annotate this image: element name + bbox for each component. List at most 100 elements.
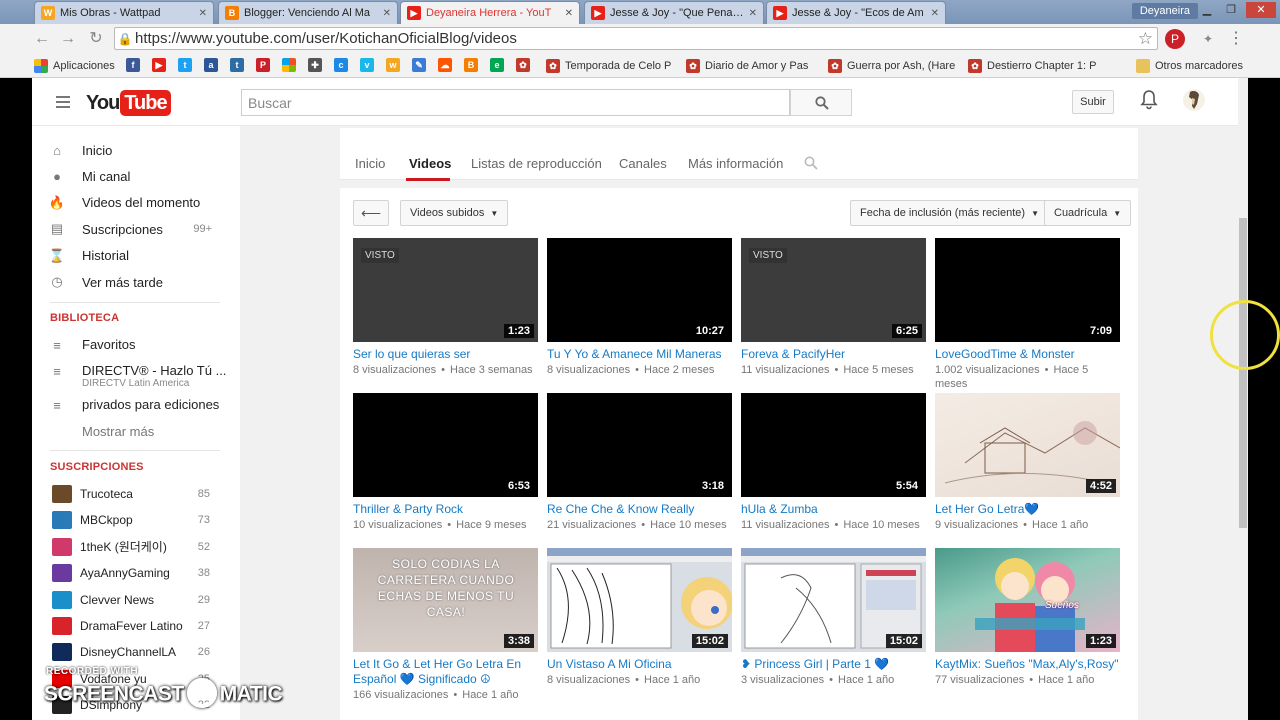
video-thumbnail[interactable]: 10:27: [547, 238, 732, 342]
search-button[interactable]: [790, 89, 852, 116]
sidebar-item[interactable]: 🔥 Videos del momento: [49, 192, 230, 214]
upload-button[interactable]: Subir: [1072, 90, 1114, 114]
video-card[interactable]: VISTO 6:25 Foreva & PacifyHer 11 visualizac…: [741, 238, 926, 377]
video-title-link[interactable]: Let Her Go Letra💙: [935, 502, 1120, 517]
video-title-link[interactable]: Thriller & Party Rock: [353, 502, 538, 517]
browser-tab[interactable]: ▶ Jesse & Joy - "Ecos de Am ✕: [766, 1, 946, 24]
library-item[interactable]: ≡ DIRECTV® - Hazlo Tú ... DIRECTV Latin Am…: [50, 360, 230, 392]
scrollbar-thumb[interactable]: [1239, 218, 1247, 528]
close-tab-icon[interactable]: ✕: [199, 8, 207, 19]
bookmark-item[interactable]: ✿ Guerra por Ash, (Hare: [828, 58, 962, 74]
video-card[interactable]: 15:02 Un Vistaso A Mi Oficina 8 visualizac…: [547, 548, 732, 687]
video-title-link[interactable]: hUla & Zumba: [741, 502, 926, 517]
video-thumbnail[interactable]: 4:52: [935, 393, 1120, 497]
subscription-item[interactable]: DisneyChannelLA 26: [52, 642, 222, 662]
notifications-bell-icon[interactable]: [1140, 90, 1158, 110]
library-item[interactable]: ≡ privados para ediciones: [50, 394, 230, 416]
back-arrow-button[interactable]: ⟵: [353, 200, 389, 226]
other-bookmarks-folder[interactable]: Otros marcadores: [1136, 58, 1243, 74]
video-title-link[interactable]: KaytMix: Sueños "Max,Aly's,Rosy": [935, 657, 1120, 672]
account-avatar[interactable]: [1182, 88, 1206, 112]
youtube-logo[interactable]: You Tube: [86, 90, 171, 116]
bookmark-site-icon[interactable]: a: [204, 58, 218, 72]
vimeo-icon[interactable]: v: [360, 58, 374, 72]
video-title-link[interactable]: ❥ Princess Girl | Parte 1 💙: [741, 657, 926, 672]
microsoft-icon[interactable]: [282, 58, 296, 72]
back-icon[interactable]: ←: [32, 29, 52, 49]
video-title-link[interactable]: Tu Y Yo & Amanece Mil Maneras: [547, 347, 732, 362]
bookmark-c-icon[interactable]: c: [334, 58, 348, 72]
bookmark-leaf-icon[interactable]: ✎: [412, 58, 426, 72]
video-title-link[interactable]: Let It Go & Let Her Go Letra En Español …: [353, 657, 538, 687]
subscription-item[interactable]: AyaAnnyGaming 38: [52, 563, 222, 583]
video-card[interactable]: 10:27 Tu Y Yo & Amanece Mil Maneras 8 visu…: [547, 238, 732, 377]
page-scrollbar[interactable]: [1238, 78, 1248, 720]
video-title-link[interactable]: Foreva & PacifyHer: [741, 347, 926, 362]
video-card[interactable]: Sueños 1:23 KaytMix: Sueños "Max,Aly's,Ros…: [935, 548, 1120, 687]
channel-tab[interactable]: Inicio: [355, 156, 385, 171]
subscription-item[interactable]: DramaFever Latino 27: [52, 616, 222, 636]
close-tab-icon[interactable]: ✕: [565, 8, 573, 19]
video-title-link[interactable]: Ser lo que quieras ser: [353, 347, 538, 362]
close-tab-icon[interactable]: ✕: [749, 8, 757, 19]
youtube-bookmark-icon[interactable]: ▶: [152, 58, 166, 72]
sidebar-item[interactable]: ◷ Ver más tarde: [50, 271, 230, 293]
subscription-item[interactable]: MBCkpop 73: [52, 510, 222, 530]
bookmark-star-icon[interactable]: ☆: [1138, 29, 1153, 49]
bookmark-item[interactable]: ✿ Diario de Amor y Pas: [686, 58, 820, 74]
channel-tab[interactable]: Canales: [619, 156, 667, 171]
soundcloud-icon[interactable]: ☁: [438, 58, 452, 72]
reload-icon[interactable]: ↻: [86, 29, 106, 49]
sort-dropdown[interactable]: Fecha de inclusión (más reciente) ▼: [850, 200, 1049, 226]
browser-tab[interactable]: ▶ Jesse & Joy - "Que Pena M ✕: [584, 1, 764, 24]
pinterest-icon[interactable]: P: [1165, 29, 1185, 49]
video-thumbnail[interactable]: 6:53: [353, 393, 538, 497]
view-dropdown[interactable]: Cuadrícula ▼: [1044, 200, 1132, 226]
subscription-item[interactable]: Trucoteca 85: [52, 484, 222, 504]
video-card[interactable]: 7:09 LoveGoodTime & Monster 1.002 visualiz…: [935, 238, 1120, 391]
video-thumbnail[interactable]: 3:18: [547, 393, 732, 497]
profile-name-button[interactable]: Deyaneira: [1131, 3, 1198, 19]
menu-icon[interactable]: ⋮: [1226, 29, 1246, 49]
sidebar-item[interactable]: ▤ Suscripciones 99+: [50, 218, 230, 240]
video-title-link[interactable]: Un Vistaso A Mi Oficina: [547, 657, 732, 672]
guide-menu-icon[interactable]: [56, 96, 70, 108]
subscription-item[interactable]: 1theK (원더케이) 52: [52, 537, 222, 557]
facebook-icon[interactable]: f: [126, 58, 140, 72]
channel-search-icon[interactable]: [804, 156, 818, 170]
close-window-icon[interactable]: ✕: [1246, 2, 1276, 18]
subscription-item[interactable]: Clevver News 29: [52, 590, 222, 610]
extension-icon[interactable]: ✦: [1198, 29, 1218, 49]
apps-bookmark[interactable]: Aplicaciones: [34, 58, 115, 74]
video-thumbnail[interactable]: Sueños 1:23: [935, 548, 1120, 652]
close-tab-icon[interactable]: ✕: [931, 8, 939, 19]
sidebar-item[interactable]: ⌂ Inicio: [50, 139, 230, 161]
browser-tab[interactable]: B Blogger: Venciendo Al Ma ✕: [218, 1, 398, 24]
browser-tab[interactable]: W Mis Obras - Wattpad ✕: [34, 1, 214, 24]
search-input[interactable]: Buscar: [241, 89, 790, 116]
video-thumbnail[interactable]: VISTO 1:23: [353, 238, 538, 342]
channel-tab[interactable]: Más información: [688, 156, 783, 171]
video-card[interactable]: SOLO CODIAS LA CARRETERA CUANDO ECHAS DE…: [353, 548, 538, 702]
video-card[interactable]: 5:54 hUla & Zumba 11 visualizaciones • Hace …: [741, 393, 926, 532]
forward-icon[interactable]: →: [58, 29, 78, 49]
video-thumbnail[interactable]: VISTO 6:25: [741, 238, 926, 342]
bookmark-item[interactable]: ✿ Destierro Chapter 1: P: [968, 58, 1102, 74]
video-thumbnail[interactable]: 15:02: [547, 548, 732, 652]
sidebar-item[interactable]: ⌛ Historial: [49, 245, 230, 267]
close-tab-icon[interactable]: ✕: [383, 8, 391, 19]
tumblr-icon[interactable]: t: [230, 58, 244, 72]
gamepad-icon[interactable]: ✚: [308, 58, 322, 72]
video-thumbnail[interactable]: 7:09: [935, 238, 1120, 342]
pinterest-bookmark-icon[interactable]: P: [256, 58, 270, 72]
video-card[interactable]: 15:02 ❥ Princess Girl | Parte 1 💙 3 visual…: [741, 548, 926, 687]
channel-tab[interactable]: Listas de reproducción: [471, 156, 602, 171]
video-card[interactable]: VISTO 1:23 Ser lo que quieras ser 8 visuali…: [353, 238, 538, 377]
minimize-icon[interactable]: ▁: [1196, 2, 1218, 18]
sidebar-item[interactable]: ● Mi canal: [50, 165, 230, 187]
address-bar[interactable]: 🔒 https://www.youtube.com/user/KotichanO…: [114, 27, 1158, 50]
bookmark-e-icon[interactable]: e: [490, 58, 504, 72]
video-thumbnail[interactable]: SOLO CODIAS LA CARRETERA CUANDO ECHAS DE…: [353, 548, 538, 652]
library-item[interactable]: ≡ Favoritos: [50, 334, 230, 356]
twitter-icon[interactable]: t: [178, 58, 192, 72]
